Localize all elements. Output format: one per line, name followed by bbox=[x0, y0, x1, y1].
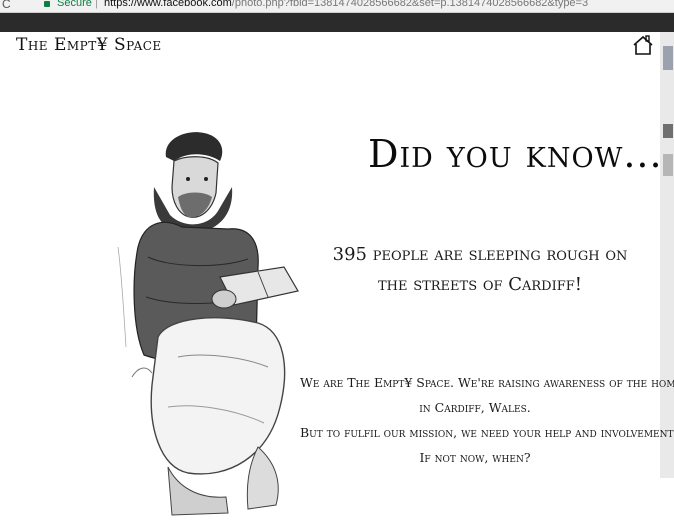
secure-label: Secure bbox=[57, 0, 92, 9]
mission-text: We are The Empt¥ Space. We're raising aw… bbox=[300, 370, 674, 470]
reload-icon[interactable]: C bbox=[2, 0, 11, 11]
headline: Did you know... bbox=[368, 132, 663, 176]
statistic-text: 395 people are sleeping rough on the str… bbox=[330, 240, 630, 300]
sketch-illustration bbox=[117, 132, 299, 516]
mission-line: But to fulfil our mission, we need your … bbox=[300, 425, 674, 440]
stat-line: the streets of Cardiff! bbox=[377, 274, 583, 295]
brand-logo-text: The Empt¥ Space bbox=[16, 35, 162, 55]
side-thumbnail-strip bbox=[660, 32, 674, 478]
mission-line: If not now, when? bbox=[419, 450, 531, 465]
separator: | bbox=[95, 0, 98, 9]
lock-icon bbox=[44, 1, 50, 7]
browser-address-bar: C Secure | https://www.facebook.com/phot… bbox=[0, 0, 674, 13]
stat-line: 395 people are sleeping rough on bbox=[332, 244, 628, 265]
thumbnail[interactable] bbox=[663, 124, 673, 138]
home-icon bbox=[633, 35, 653, 55]
mission-line: in Cardiff, Wales. bbox=[419, 400, 531, 415]
url-path: /photo.php?fbid=1381474028566682&set=p.1… bbox=[231, 0, 589, 9]
url-host: https://www.facebook.com bbox=[104, 0, 232, 9]
thumbnail[interactable] bbox=[663, 154, 673, 176]
photo-poster: The Empt¥ Space Did you know... 395 peop… bbox=[0, 32, 674, 516]
url-field[interactable]: https://www.facebook.com/photo.php?fbid=… bbox=[104, 0, 588, 9]
photo-viewer-top-strip bbox=[0, 13, 674, 32]
mission-line: We are The Empt¥ Space. We're raising aw… bbox=[300, 375, 674, 390]
thumbnail[interactable] bbox=[663, 46, 673, 70]
